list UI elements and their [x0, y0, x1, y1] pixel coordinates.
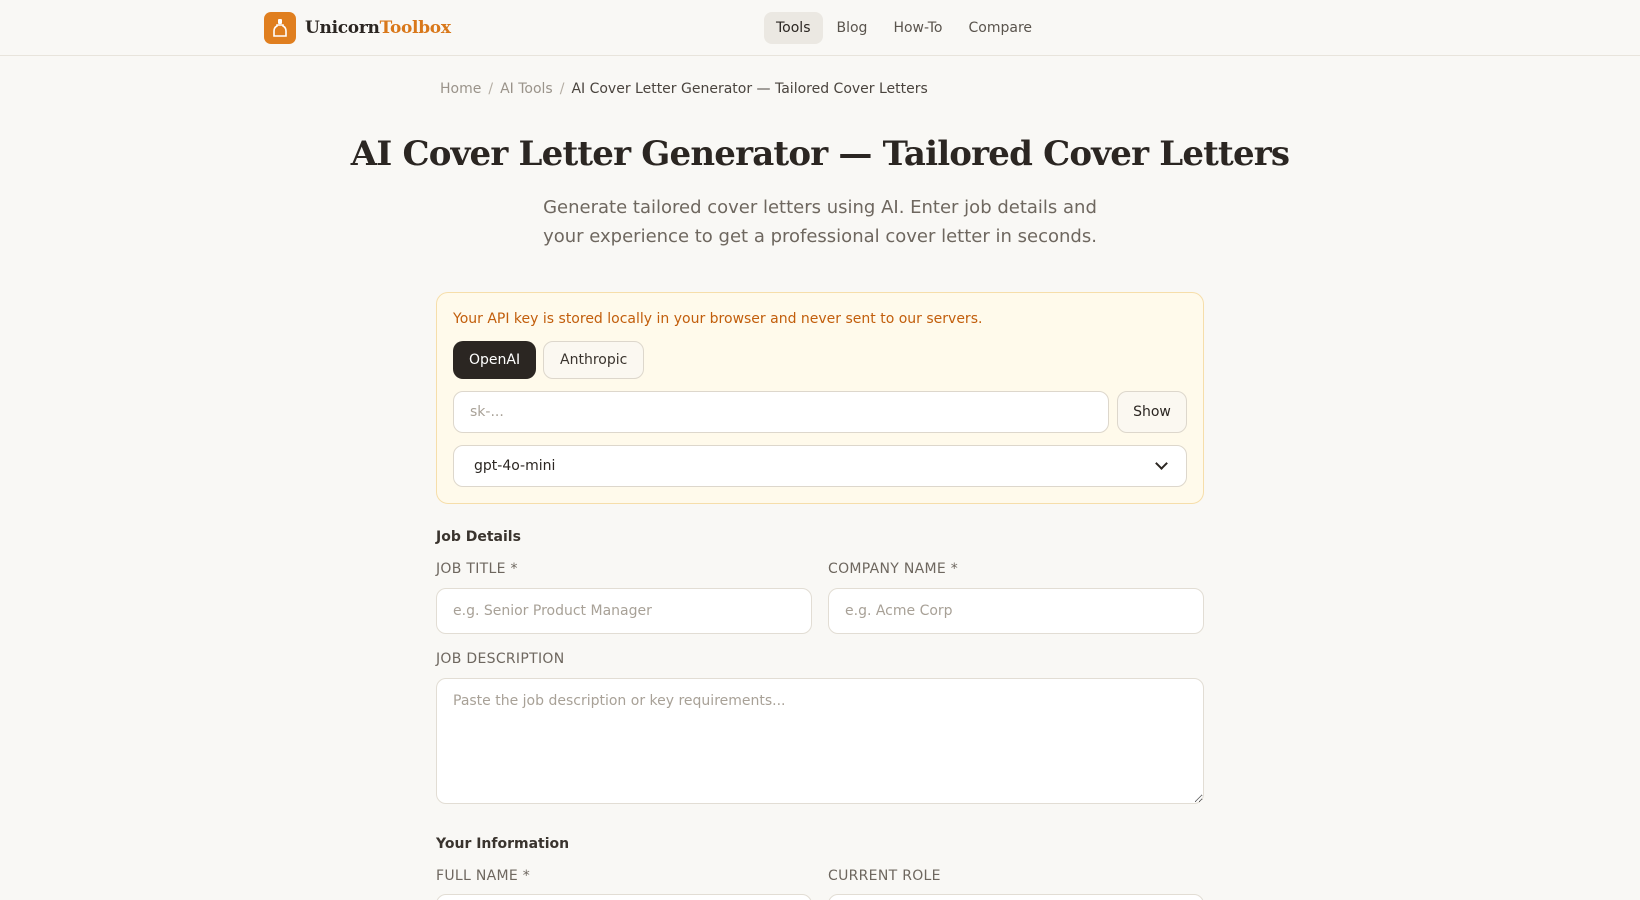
show-key-button[interactable]: Show	[1117, 391, 1187, 433]
page-subtitle: Generate tailored cover letters using AI…	[543, 197, 1097, 247]
breadcrumb: Home / AI Tools / AI Cover Letter Genera…	[440, 81, 928, 97]
site-logo[interactable]: UnicornToolbox	[264, 12, 451, 44]
your-information-heading: Your Information	[436, 836, 570, 852]
chevron-down-icon	[1155, 457, 1168, 470]
job-title-label: JOB TITLE *	[436, 561, 518, 577]
job-description-textarea[interactable]	[436, 678, 1204, 804]
api-key-input[interactable]	[453, 391, 1109, 433]
model-select-value: gpt-4o-mini	[474, 458, 556, 474]
api-key-notice: Your API key is stored locally in your b…	[453, 311, 983, 327]
company-name-label: COMPANY NAME *	[828, 561, 959, 577]
nav-item-how-to[interactable]: How-To	[881, 12, 954, 44]
bottle-icon	[264, 12, 296, 44]
breadcrumb-home[interactable]: Home	[440, 81, 481, 97]
site-header: UnicornToolbox Tools Blog How-To Compare	[0, 0, 1640, 56]
main-nav: Tools Blog How-To Compare	[764, 12, 1044, 44]
brand-name: UnicornToolbox	[305, 18, 451, 38]
nav-item-tools[interactable]: Tools	[764, 12, 823, 44]
page-title: AI Cover Letter Generator — Tailored Cov…	[350, 134, 1290, 174]
full-name-label: FULL NAME *	[436, 868, 531, 884]
full-name-input[interactable]	[436, 894, 812, 900]
nav-item-compare[interactable]: Compare	[957, 12, 1045, 44]
nav-item-blog[interactable]: Blog	[825, 12, 880, 44]
job-details-heading: Job Details	[436, 529, 521, 545]
api-key-panel: Your API key is stored locally in your b…	[436, 292, 1204, 504]
provider-openai-button[interactable]: OpenAI	[453, 341, 537, 379]
job-title-input[interactable]	[436, 588, 812, 634]
job-description-label: JOB DESCRIPTION	[436, 651, 565, 667]
model-select[interactable]: gpt-4o-mini	[453, 445, 1187, 487]
breadcrumb-ai-tools[interactable]: AI Tools	[500, 81, 553, 97]
current-role-label: CURRENT ROLE	[828, 868, 941, 884]
provider-anthropic-button[interactable]: Anthropic	[543, 341, 645, 379]
company-name-input[interactable]	[828, 588, 1204, 634]
breadcrumb-current: AI Cover Letter Generator — Tailored Cov…	[571, 81, 928, 97]
breadcrumb-separator: /	[559, 81, 565, 97]
breadcrumb-separator: /	[488, 81, 494, 97]
current-role-input[interactable]	[828, 894, 1204, 900]
